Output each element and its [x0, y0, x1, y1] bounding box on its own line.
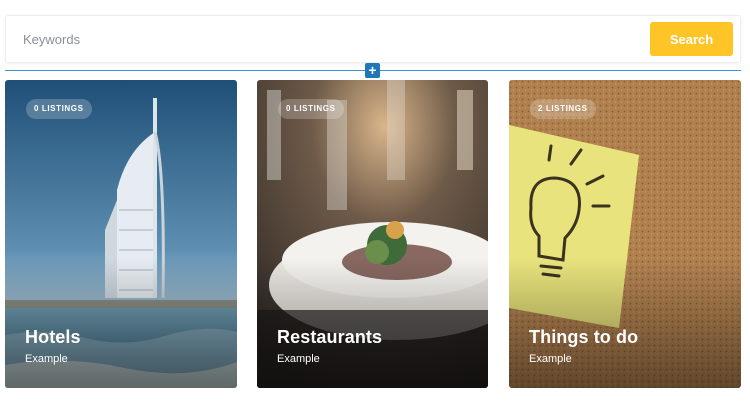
card-subtitle: Example [25, 353, 68, 365]
card-subtitle: Example [277, 353, 320, 365]
keywords-input[interactable] [6, 16, 646, 62]
listings-count-badge: 0 LISTINGS [26, 99, 92, 119]
card-title: Things to do [529, 327, 639, 347]
listings-count-badge: 0 LISTINGS [278, 99, 344, 119]
category-card-things-to-do[interactable]: 2 LISTINGS Things to do Example [509, 80, 741, 388]
category-card-restaurants[interactable]: 0 LISTINGS Restaurants Example [257, 80, 488, 388]
card-subtitle: Example [529, 353, 572, 365]
search-bar: Search [5, 15, 741, 63]
add-section-button[interactable]: + [365, 63, 380, 78]
card-shade [509, 258, 741, 388]
card-title: Restaurants [277, 327, 383, 347]
card-shade [5, 258, 237, 388]
category-card-hotels[interactable]: 0 LISTINGS Hotels Example [5, 80, 237, 388]
card-title: Hotels [25, 327, 81, 347]
search-button[interactable]: Search [650, 22, 733, 56]
listings-count-badge: 2 LISTINGS [530, 99, 596, 119]
card-shade [257, 258, 488, 388]
